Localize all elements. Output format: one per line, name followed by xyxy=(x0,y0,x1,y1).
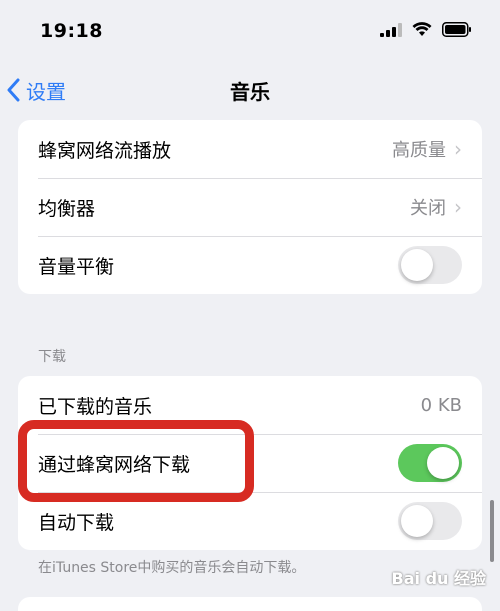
toggle-knob xyxy=(401,249,433,281)
row-value: 关闭 xyxy=(410,198,446,219)
navigation-bar: 设置 音乐 xyxy=(0,64,500,116)
watermark: Bai du 经验 xyxy=(391,569,486,588)
battery-icon xyxy=(442,22,471,37)
volume-balance-toggle[interactable] xyxy=(398,246,462,284)
wifi-icon xyxy=(412,22,432,36)
toggle-knob xyxy=(401,505,433,537)
cellular-signal-icon xyxy=(380,22,402,37)
chevron-right-icon: › xyxy=(454,137,462,161)
toggle-knob xyxy=(427,447,459,479)
row-label: 自动下载 xyxy=(38,511,115,534)
auto-download-toggle[interactable] xyxy=(398,502,462,540)
highlight-annotation xyxy=(18,420,254,502)
downloads-footer-note: 在iTunes Store中购买的音乐会自动下载。 xyxy=(38,560,306,576)
scroll-indicator xyxy=(490,500,494,562)
page-title: 音乐 xyxy=(230,80,270,104)
volume-balance-row: 音量平衡 xyxy=(18,236,482,294)
row-label: 均衡器 xyxy=(38,197,96,220)
status-bar: 19:18 xyxy=(0,0,500,64)
next-group xyxy=(18,597,482,611)
chevron-right-icon: › xyxy=(454,195,462,219)
equalizer-row[interactable]: 均衡器 关闭 › xyxy=(18,178,482,236)
cellular-download-toggle[interactable] xyxy=(398,444,462,482)
row-value: 0 KB xyxy=(420,394,462,416)
row-label: 蜂窝网络流播放 xyxy=(38,139,172,162)
status-time: 19:18 xyxy=(40,20,103,42)
row-value: 高质量 xyxy=(392,140,446,161)
downloads-section-header: 下载 xyxy=(38,349,66,365)
cellular-streaming-row[interactable]: 蜂窝网络流播放 高质量 › xyxy=(18,120,482,178)
row-label: 音量平衡 xyxy=(38,255,115,278)
row-label: 已下载的音乐 xyxy=(38,395,153,418)
status-icons xyxy=(380,22,472,37)
playback-settings-group: 蜂窝网络流播放 高质量 › 均衡器 关闭 › 音量平衡 xyxy=(18,120,482,294)
